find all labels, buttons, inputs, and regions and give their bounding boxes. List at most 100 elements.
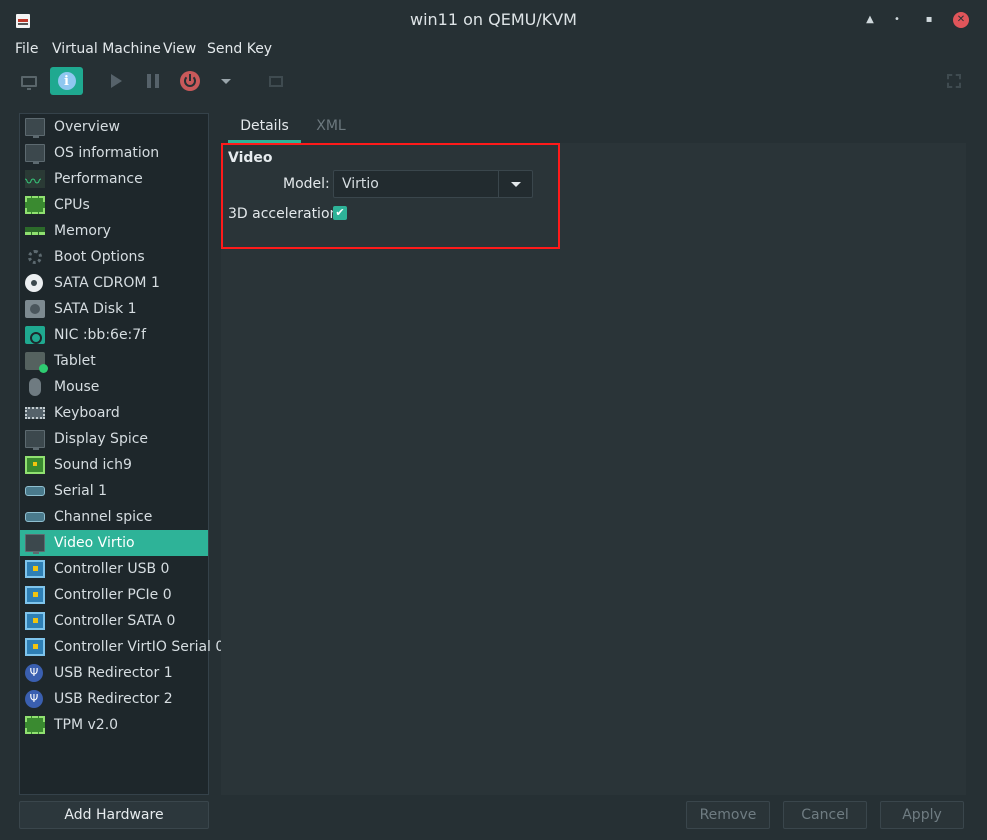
sidebar-item-label: Channel spice <box>54 509 153 525</box>
usb-icon: Ψ <box>25 690 43 708</box>
monitor-icon <box>21 75 37 90</box>
controller-icon <box>25 586 45 604</box>
sidebar-item-keyboard[interactable]: Keyboard <box>20 400 208 426</box>
sidebar-item-label: TPM v2.0 <box>54 717 119 733</box>
controller-icon <box>25 560 45 578</box>
snapshot-icon <box>269 75 283 87</box>
pause-icon <box>147 74 159 88</box>
tab-xml[interactable]: XML <box>303 113 359 143</box>
sidebar-item-label: USB Redirector 2 <box>54 691 173 707</box>
menu-file[interactable]: File <box>15 41 38 57</box>
sidebar-item-label: Overview <box>54 119 120 135</box>
sidebar-item-tablet[interactable]: Tablet <box>20 348 208 374</box>
3d-acceleration-checkbox[interactable]: ✔ <box>333 206 347 220</box>
sidebar-item-os-information[interactable]: OS information <box>20 140 208 166</box>
serial-icon <box>25 512 45 522</box>
hardware-list: Overview OS information Performance CPUs… <box>19 113 224 795</box>
cancel-button[interactable]: Cancel <box>783 801 867 829</box>
sidebar-item-serial[interactable]: Serial 1 <box>20 478 208 504</box>
performance-icon <box>25 168 45 192</box>
section-title: Video <box>228 150 273 166</box>
remove-button[interactable]: Remove <box>686 801 770 829</box>
minimize-button[interactable]: • <box>889 12 905 28</box>
sidebar-item-video-virtio[interactable]: Video Virtio <box>20 530 208 556</box>
cpu-icon <box>25 196 45 214</box>
close-button[interactable]: ✕ <box>953 12 969 28</box>
menu-send-key[interactable]: Send Key <box>207 41 272 57</box>
sidebar-item-label: SATA CDROM 1 <box>54 275 160 291</box>
sidebar-item-label: OS information <box>54 145 160 161</box>
sidebar-item-controller-sata[interactable]: Controller SATA 0 <box>20 608 208 634</box>
sidebar-item-controller-usb[interactable]: Controller USB 0 <box>20 556 208 582</box>
keyboard-icon <box>25 407 45 419</box>
sidebar-item-controller-virtio-serial[interactable]: Controller VirtIO Serial 0 <box>20 634 224 660</box>
details-button[interactable]: i <box>50 67 83 95</box>
sound-card-icon <box>25 456 45 474</box>
sidebar-item-sata-cdrom[interactable]: SATA CDROM 1 <box>20 270 208 296</box>
sidebar-item-label: Serial 1 <box>54 483 107 499</box>
sidebar-item-label: Sound ich9 <box>54 457 132 473</box>
sidebar-item-label: NIC :bb:6e:7f <box>54 327 147 343</box>
cpu-icon <box>25 716 45 734</box>
fullscreen-button[interactable] <box>938 67 970 95</box>
title-bar: win11 on QEMU/KVM ▲ • ▪ ✕ <box>0 0 987 38</box>
sidebar-item-label: Controller PCIe 0 <box>54 587 172 603</box>
sidebar-item-cpus[interactable]: CPUs <box>20 192 208 218</box>
disk-icon <box>25 300 45 318</box>
add-hardware-button[interactable]: Add Hardware <box>19 801 209 829</box>
monitor-icon <box>25 118 45 138</box>
controller-icon <box>25 612 45 630</box>
chevron-down-icon <box>221 78 231 84</box>
chevron-down-icon[interactable] <box>498 171 532 197</box>
tab-details[interactable]: Details <box>228 113 301 143</box>
shutdown-menu-button[interactable] <box>212 67 240 95</box>
3d-acceleration-label: 3D acceleration: <box>228 206 344 222</box>
sidebar-item-label: Memory <box>54 223 111 239</box>
sidebar-item-channel-spice[interactable]: Channel spice <box>20 504 208 530</box>
sidebar-item-controller-pcie[interactable]: Controller PCIe 0 <box>20 582 208 608</box>
window-title: win11 on QEMU/KVM <box>410 10 577 29</box>
monitor-icon <box>25 430 45 450</box>
play-icon <box>110 74 122 88</box>
tablet-icon <box>25 352 48 373</box>
snapshots-button[interactable] <box>260 67 292 95</box>
sidebar-item-display-spice[interactable]: Display Spice <box>20 426 208 452</box>
run-button[interactable] <box>100 67 132 95</box>
sidebar-item-sata-disk[interactable]: SATA Disk 1 <box>20 296 208 322</box>
sidebar-item-label: Controller USB 0 <box>54 561 170 577</box>
shutdown-button[interactable] <box>174 67 206 95</box>
sidebar-item-mouse[interactable]: Mouse <box>20 374 208 400</box>
menu-virtual-machine[interactable]: Virtual Machine <box>52 41 161 57</box>
sidebar-item-performance[interactable]: Performance <box>20 166 208 192</box>
info-icon: i <box>57 72 76 90</box>
apply-button[interactable]: Apply <box>880 801 964 829</box>
console-button[interactable] <box>13 67 45 95</box>
maximize-button[interactable]: ▪ <box>921 12 937 28</box>
sidebar-item-label: Tablet <box>54 353 96 369</box>
fullscreen-icon <box>947 74 961 88</box>
model-select[interactable]: Virtio <box>333 170 533 198</box>
pause-button[interactable] <box>137 67 169 95</box>
sidebar-item-overview[interactable]: Overview <box>20 114 208 140</box>
cdrom-icon <box>25 274 43 292</box>
sidebar-item-boot-options[interactable]: Boot Options <box>20 244 208 270</box>
menu-bar: File Virtual Machine View Send Key <box>0 38 987 62</box>
sidebar-item-memory[interactable]: Memory <box>20 218 208 244</box>
gear-icon <box>28 250 42 264</box>
sidebar-item-usb-redirector-1[interactable]: Ψ USB Redirector 1 <box>20 660 208 686</box>
sidebar-item-label: Video Virtio <box>54 535 135 551</box>
sidebar-item-tpm[interactable]: TPM v2.0 <box>20 712 208 738</box>
model-value: Virtio <box>342 176 379 192</box>
power-icon <box>180 71 200 91</box>
model-label: Model: <box>283 176 330 192</box>
sidebar-item-label: Keyboard <box>54 405 120 421</box>
sidebar-item-sound[interactable]: Sound ich9 <box>20 452 208 478</box>
toolbar: i <box>0 62 987 100</box>
sidebar-item-usb-redirector-2[interactable]: Ψ USB Redirector 2 <box>20 686 208 712</box>
menu-view[interactable]: View <box>163 41 196 57</box>
mouse-icon <box>29 378 41 396</box>
usb-icon: Ψ <box>25 664 43 682</box>
sidebar-item-label: Mouse <box>54 379 100 395</box>
shade-button[interactable]: ▲ <box>862 12 878 28</box>
sidebar-item-nic[interactable]: NIC :bb:6e:7f <box>20 322 208 348</box>
